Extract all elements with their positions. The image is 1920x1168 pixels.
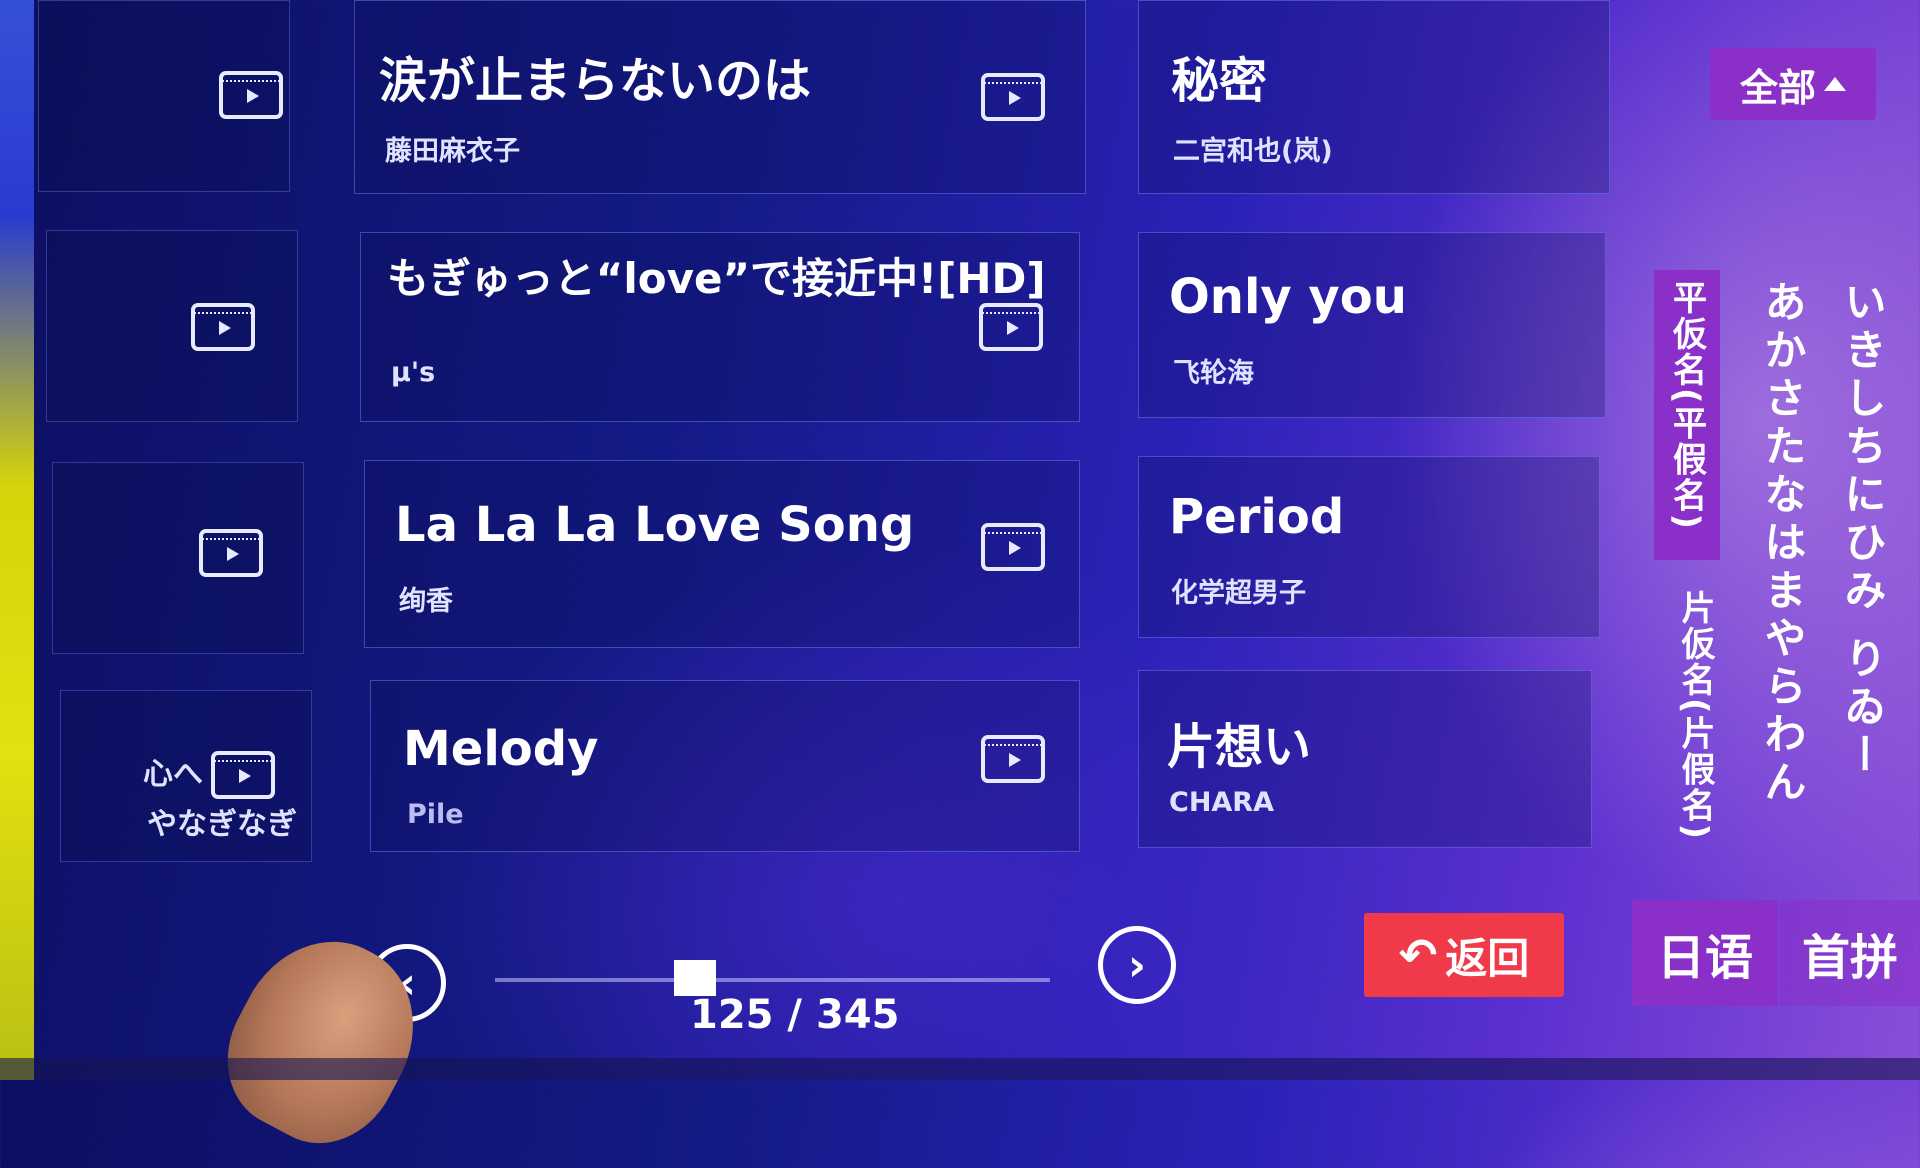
next-page-button[interactable]: › <box>1098 926 1176 1004</box>
song-artist: 二宫和也(岚) <box>1173 136 1333 167</box>
page-slider-track[interactable] <box>495 978 1050 982</box>
song-card[interactable]: Melody Pile <box>370 680 1080 852</box>
play-icon[interactable] <box>979 303 1043 351</box>
screen-bezel <box>0 1058 1920 1080</box>
song-card[interactable]: 秘密 二宫和也(岚) <box>1138 0 1610 194</box>
kana-index-column-1[interactable]: あかさたなはまやらわん <box>1752 280 1813 840</box>
thumb-card-1[interactable] <box>38 0 290 192</box>
play-icon[interactable] <box>981 523 1045 571</box>
song-card[interactable]: La La La Love Song 绚香 <box>364 460 1080 648</box>
play-icon[interactable] <box>191 303 255 351</box>
play-icon[interactable] <box>981 735 1045 783</box>
tab-pinyin[interactable]: 首拼 <box>1780 900 1920 1006</box>
kana-panel: 平仮名(平假名) 片仮名(片假名) あかさたなはまやらわん いきしちにひみ りゐ… <box>1636 250 1920 860</box>
song-artist: 飞轮海 <box>1173 358 1254 389</box>
thumb-card-2[interactable] <box>46 230 298 422</box>
song-title-partial: 心へ <box>143 757 203 792</box>
screen-edge <box>0 0 34 1080</box>
song-title: 秘密 <box>1171 53 1268 109</box>
caret-up-icon <box>1824 77 1846 91</box>
play-icon[interactable] <box>219 71 283 119</box>
song-artist: μ's <box>391 357 436 388</box>
song-card[interactable]: 涙が止まらないのは 藤田麻衣子 <box>354 0 1086 194</box>
back-button[interactable]: ↶ 返回 <box>1364 913 1564 997</box>
filter-all-button[interactable]: 全部 <box>1710 48 1876 120</box>
song-title: 涙が止まらないのは <box>379 53 812 109</box>
back-label: 返回 <box>1445 933 1530 983</box>
song-artist: CHARA <box>1169 787 1274 818</box>
page-slider-handle[interactable] <box>673 960 716 996</box>
song-card[interactable]: Period 化学超男子 <box>1138 456 1600 638</box>
song-title: もぎゅっと“love”で接近中![HD] <box>387 254 1046 303</box>
song-artist: 藤田麻衣子 <box>385 136 520 167</box>
thumb-card-4[interactable]: 心へ やなぎなぎ <box>60 690 312 862</box>
song-card[interactable]: Only you 飞轮海 <box>1138 232 1606 418</box>
song-title: 片想い <box>1167 719 1312 775</box>
play-icon[interactable] <box>211 751 275 799</box>
page-indicator: 125 / 345 <box>690 992 900 1038</box>
thumb-card-3[interactable] <box>52 462 304 654</box>
song-title: Melody <box>403 721 599 777</box>
song-artist: 绚香 <box>399 586 453 617</box>
song-title: Period <box>1169 489 1345 545</box>
chevron-right-icon: › <box>1127 939 1147 991</box>
filter-label: 全部 <box>1739 65 1816 110</box>
song-artist: 化学超男子 <box>1171 578 1306 609</box>
tab-hiragana[interactable]: 平仮名(平假名) <box>1654 270 1720 560</box>
song-artist: Pile <box>407 799 464 830</box>
play-icon[interactable] <box>981 73 1045 121</box>
tab-katakana[interactable]: 片仮名(片假名) <box>1654 590 1720 850</box>
tab-japanese[interactable]: 日语 <box>1632 900 1778 1006</box>
song-card[interactable]: もぎゅっと“love”で接近中![HD] μ's <box>360 232 1080 422</box>
song-card[interactable]: 片想い CHARA <box>1138 670 1592 848</box>
play-icon[interactable] <box>199 529 263 577</box>
song-title: Only you <box>1169 269 1407 325</box>
song-title: La La La Love Song <box>395 497 915 553</box>
kana-index-column-2[interactable]: いきしちにひみ りゐー <box>1832 280 1893 840</box>
back-arrow-icon: ↶ <box>1398 928 1438 982</box>
artist-partial: やなぎなぎ <box>147 807 297 842</box>
